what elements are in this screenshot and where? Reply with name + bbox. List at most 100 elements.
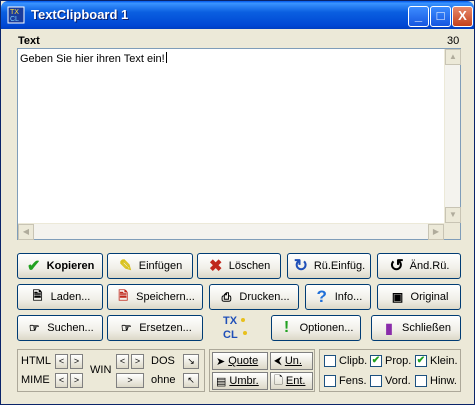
mime-label: MIME: [21, 374, 50, 386]
unquote-button-label: Un.: [284, 355, 302, 367]
scroll-corner: [444, 223, 460, 239]
hint-checkbox-box[interactable]: [415, 375, 427, 387]
window-checkbox-label: Fens.: [339, 375, 367, 387]
app-icon: TX CL: [7, 6, 25, 24]
replace-icon: ☞: [120, 321, 132, 335]
close-app-button-label: Schließen: [402, 322, 451, 334]
search-icon: ☞: [28, 321, 40, 335]
foreground-checkbox[interactable]: Vord.: [370, 375, 411, 387]
clipboard-checkbox[interactable]: Clipb.: [324, 355, 367, 367]
options-button-label: Optionen...: [299, 322, 354, 334]
small-checkbox-box[interactable]: ✔: [415, 355, 427, 367]
undo-icon: ↻: [293, 256, 308, 275]
undo-button[interactable]: ↻ Rü.Einfüg.: [287, 253, 371, 279]
window-title: TextClipboard 1: [31, 7, 129, 22]
wrap-button-label: Umbr.: [229, 375, 259, 387]
maximize-button[interactable]: □: [430, 6, 451, 27]
hint-checkbox-label: Hinw.: [430, 375, 457, 387]
help-icon: ?: [316, 287, 327, 306]
vertical-scrollbar[interactable]: ▲ ▼: [444, 49, 461, 223]
unwrap-button-label: Ent.: [285, 375, 306, 387]
close-button[interactable]: X: [452, 6, 473, 27]
quote-button-label: Quote: [228, 355, 259, 367]
mime-left-arrow[interactable]: <: [55, 373, 68, 388]
load-button[interactable]: 🗎 Laden...: [17, 284, 103, 310]
scroll-right-arrow-icon[interactable]: ▶: [428, 224, 444, 240]
html-left-arrow[interactable]: <: [55, 354, 68, 369]
delete-button[interactable]: ✖ Löschen: [197, 253, 281, 279]
ohne-label: ohne: [151, 374, 176, 386]
win-dos-left-arrow[interactable]: <: [116, 354, 129, 369]
scroll-up-arrow-icon[interactable]: ▲: [445, 49, 461, 65]
format-group: ➤ Quote ⮜ Un. ▤ Umbr. 🗋 Ent.: [209, 349, 315, 392]
html-right-arrow[interactable]: >: [70, 354, 83, 369]
delete-button-label: Löschen: [228, 260, 271, 272]
wrap-button[interactable]: ▤ Umbr.: [212, 372, 268, 390]
foreground-checkbox-label: Vord.: [385, 375, 411, 387]
small-checkbox[interactable]: ✔ Klein.: [415, 355, 458, 367]
app-window: TX CL TextClipboard 1 _ □ X Text 30 Gebe…: [0, 0, 475, 405]
redo-button[interactable]: ↺ Änd.Rü.: [377, 253, 461, 279]
svg-text:CL: CL: [223, 329, 238, 341]
unwrap-button[interactable]: 🗋 Ent.: [270, 372, 313, 390]
win-label: WIN: [90, 364, 112, 376]
paste-button-label: Einfügen: [138, 260, 183, 272]
win-ohne-right-arrow[interactable]: >: [116, 373, 144, 388]
hint-checkbox[interactable]: Hinw.: [415, 375, 457, 387]
exit-icon: ▮: [385, 319, 393, 336]
options-button[interactable]: ! Optionen...: [271, 315, 361, 341]
window-checkbox-box[interactable]: [324, 375, 336, 387]
redo-button-label: Änd.Rü.: [409, 260, 450, 272]
undo-button-label: Rü.Einfüg.: [313, 260, 366, 272]
quote-icon: ➤: [216, 355, 226, 368]
copy-button-label: Kopieren: [46, 260, 95, 272]
clipboard-checkbox-label: Clipb.: [339, 355, 368, 367]
svg-text:CL: CL: [10, 16, 19, 23]
indent-right-icon[interactable]: ↘: [183, 354, 199, 369]
search-button-label: Suchen...: [47, 322, 94, 334]
conversion-group: HTML MIME < > < > WIN < > > DOS ohne ↘ ↖: [17, 349, 205, 392]
indent-left-icon[interactable]: ↖: [183, 373, 199, 388]
foreground-checkbox-box[interactable]: [370, 375, 382, 387]
options-checkbox-group: Clipb. ✔ Prop. ✔ Klein. Fens. Vord. Hinw…: [319, 349, 461, 392]
char-counter: 30: [447, 35, 460, 47]
save-button-label: Speichern...: [136, 291, 195, 303]
text-editor[interactable]: Geben Sie hier ihren Text ein! ▲ ▼ ◀ ▶: [17, 48, 461, 240]
info-button[interactable]: ? Info...: [305, 284, 371, 310]
check-icon: ✔: [26, 258, 41, 275]
small-checkbox-label: Klein.: [430, 355, 458, 367]
win-dos-right-arrow[interactable]: >: [131, 354, 144, 369]
replace-button[interactable]: ☞ Ersetzen...: [107, 315, 203, 341]
scroll-left-arrow-icon[interactable]: ◀: [18, 224, 34, 240]
search-button[interactable]: ☞ Suchen...: [17, 315, 103, 341]
print-button[interactable]: ⎙ Drucken...: [209, 284, 299, 310]
delete-icon: ✖: [209, 258, 223, 275]
redo-icon: ↺: [389, 256, 404, 275]
title-bar[interactable]: TX CL TextClipboard 1 _ □ X: [1, 1, 474, 29]
quote-button[interactable]: ➤ Quote: [212, 352, 268, 370]
scroll-down-arrow-icon[interactable]: ▼: [445, 207, 461, 223]
replace-button-label: Ersetzen...: [139, 322, 192, 334]
paste-button[interactable]: ✎ Einfügen: [107, 253, 193, 279]
print-button-label: Drucken...: [239, 291, 290, 303]
mime-right-arrow[interactable]: >: [70, 373, 83, 388]
unquote-icon: ⮜: [274, 354, 282, 367]
wrap-icon: ▤: [216, 375, 227, 388]
clipboard-checkbox-box[interactable]: [324, 355, 336, 367]
copy-button[interactable]: ✔ Kopieren: [17, 253, 103, 279]
editor-content[interactable]: Geben Sie hier ihren Text ein!: [20, 52, 167, 65]
save-button[interactable]: 🗎 Speichern...: [107, 284, 203, 310]
horizontal-scrollbar[interactable]: ◀ ▶: [18, 223, 444, 240]
minimize-button[interactable]: _: [408, 6, 429, 27]
proportional-checkbox-box[interactable]: ✔: [370, 355, 382, 367]
text-label: Text: [18, 35, 40, 47]
proportional-checkbox[interactable]: ✔ Prop.: [370, 355, 411, 367]
window-checkbox[interactable]: Fens.: [324, 375, 367, 387]
original-button[interactable]: ▣ Original: [377, 284, 461, 310]
load-button-label: Laden...: [50, 291, 91, 303]
svg-text:TX: TX: [10, 9, 19, 16]
unquote-button[interactable]: ⮜ Un.: [270, 352, 313, 370]
proportional-checkbox-label: Prop.: [385, 355, 412, 367]
close-app-button[interactable]: ▮ Schließen: [371, 315, 461, 341]
paste-icon: ✎: [119, 258, 133, 275]
